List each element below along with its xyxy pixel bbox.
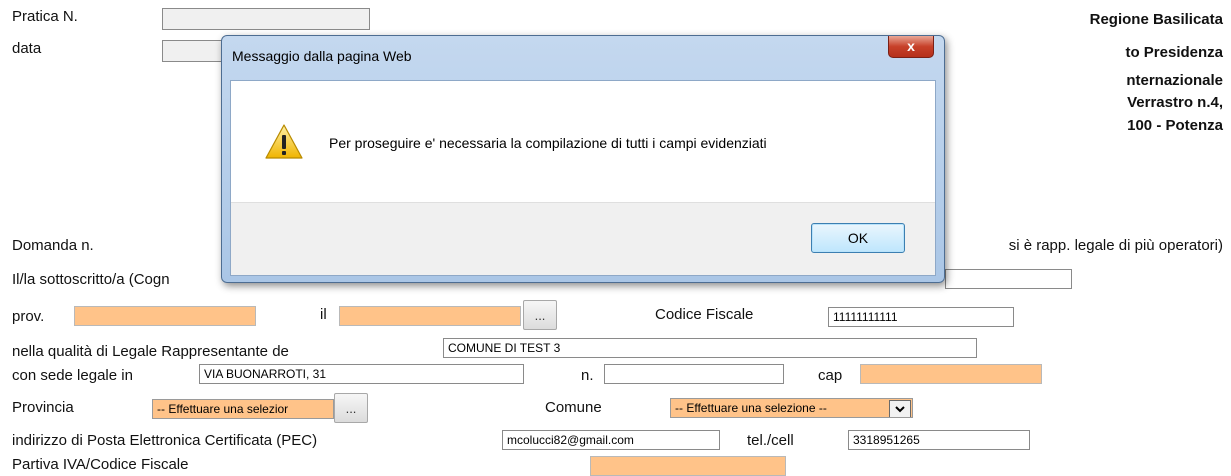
prov-label: prov. — [12, 308, 45, 325]
comune-label: Comune — [545, 399, 602, 416]
chevron-down-icon[interactable] — [889, 400, 911, 417]
date-picker-button[interactable]: ... — [523, 300, 557, 330]
domanda-note: si è rapp. legale di più operatori) — [1008, 237, 1223, 254]
comune-select-value: -- Effettuare una selezione -- — [675, 401, 827, 415]
org-line-2: to Presidenza — [1125, 44, 1223, 61]
dialog-footer: OK — [231, 202, 935, 275]
cap-label: cap — [818, 367, 843, 384]
close-button[interactable]: x — [888, 36, 934, 58]
piva-field[interactable] — [590, 456, 786, 476]
cf-label: Codice Fiscale — [655, 306, 754, 323]
org-line-4: Verrastro n.4, — [1127, 94, 1223, 111]
dialog-body: Per proseguire e' necessaria la compilaz… — [230, 80, 936, 276]
org-line-1: Regione Basilicata — [1089, 11, 1223, 28]
pec-field[interactable]: mcolucci82@gmail.com — [502, 430, 720, 450]
il-label: il — [320, 306, 327, 323]
sede-label: con sede legale in — [12, 367, 133, 384]
prov-field[interactable] — [74, 306, 256, 326]
alert-dialog: Messaggio dalla pagina Web x Per prosegu… — [221, 35, 945, 283]
org-line-3: nternazionale — [1126, 72, 1223, 89]
org-line-5: 100 - Potenza — [1127, 117, 1223, 134]
warning-icon — [265, 124, 303, 159]
pratica-field[interactable] — [162, 8, 370, 30]
sottoscritto-field-end[interactable] — [945, 269, 1072, 289]
dialog-title: Messaggio dalla pagina Web — [232, 48, 412, 64]
cf-field[interactable]: 11111111111 — [828, 307, 1014, 327]
ok-button[interactable]: OK — [811, 223, 905, 253]
tel-label: tel./cell — [747, 432, 794, 449]
dialog-message: Per proseguire e' necessaria la compilaz… — [329, 135, 767, 151]
domanda-label: Domanda n. — [12, 237, 94, 254]
provincia-select[interactable]: -- Effettuare una selezior — [152, 399, 334, 419]
data-label: data — [12, 40, 42, 57]
sottoscritto-label: Il/la sottoscritto/a (Cogn — [12, 271, 170, 288]
provincia-label: Provincia — [12, 399, 74, 416]
civic-number-field[interactable] — [604, 364, 784, 384]
pec-label: indirizzo di Posta Elettronica Certifica… — [12, 432, 318, 449]
pratica-label: Pratica N. — [12, 8, 78, 25]
tel-field[interactable]: 3318951265 — [848, 430, 1030, 450]
birth-date-field[interactable] — [339, 306, 521, 326]
close-icon: x — [907, 38, 915, 54]
piva-label: Partiva IVA/Codice Fiscale — [12, 456, 189, 473]
qualita-label: nella qualità di Legale Rappresentante d… — [12, 343, 289, 360]
n-label: n. — [581, 367, 594, 384]
cap-field[interactable] — [860, 364, 1042, 384]
comune-select[interactable]: -- Effettuare una selezione -- — [670, 398, 913, 418]
sede-field[interactable]: VIA BUONARROTI, 31 — [199, 364, 524, 384]
qualita-field[interactable]: COMUNE DI TEST 3 — [443, 338, 977, 358]
provincia-picker-button[interactable]: ... — [334, 393, 368, 423]
